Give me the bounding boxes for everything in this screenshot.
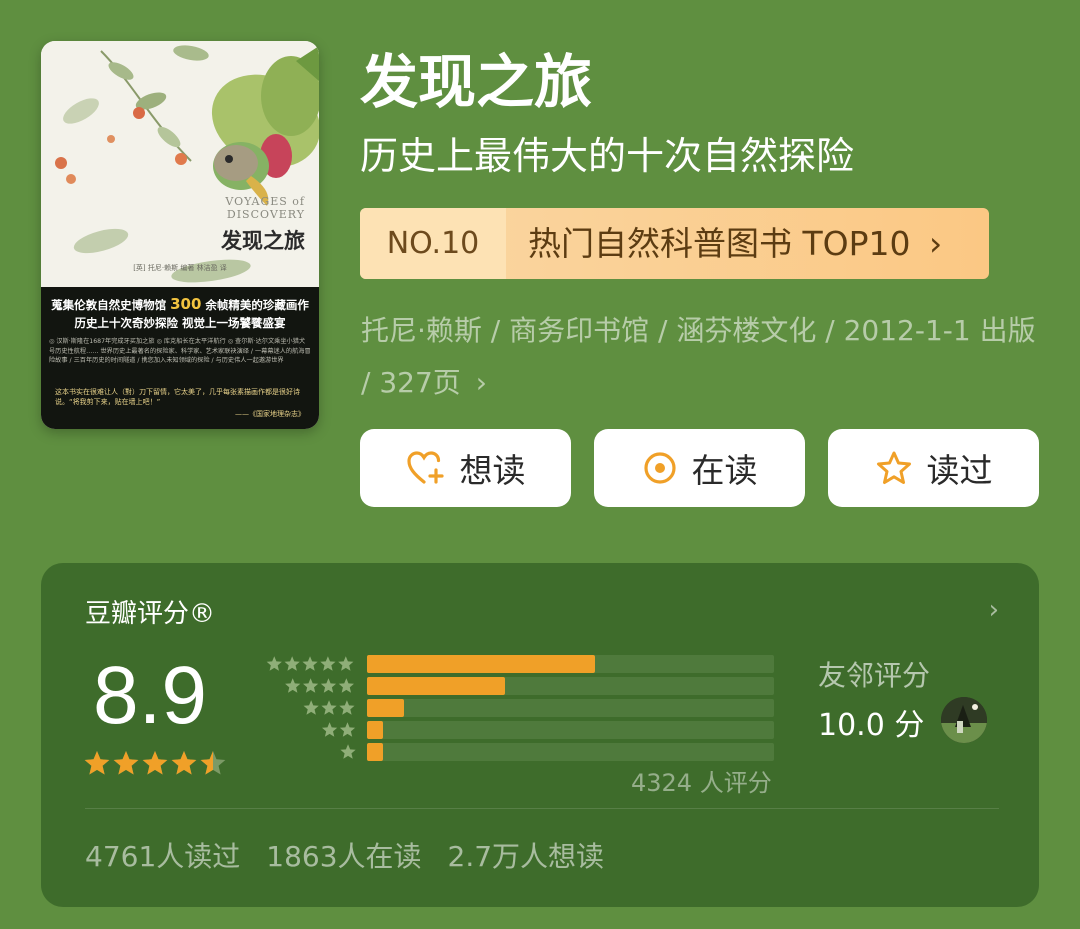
distribution-track — [367, 655, 774, 673]
stat-want-to-read[interactable]: 2.7万人想读 — [448, 835, 605, 875]
distribution-track — [367, 721, 774, 739]
reading-label: 在读 — [691, 451, 758, 490]
rating-star-filled — [84, 751, 110, 775]
want-to-read-button[interactable]: 想读 — [360, 429, 571, 507]
cover-headline-number: 300 — [170, 295, 202, 313]
distribution-row — [256, 655, 776, 673]
distribution-row — [256, 677, 776, 695]
rating-distribution — [256, 655, 776, 765]
rank-text: 热门自然科普图书 TOP10 — [528, 224, 911, 263]
ranking-banner[interactable]: NO.10 热门自然科普图书 TOP10 › — [360, 208, 989, 279]
circle-dot-icon — [643, 452, 676, 484]
rating-star-filled — [171, 751, 197, 775]
cover-author-line: [英] 托尼·赖斯 编著 林洁盈 译 — [133, 264, 227, 272]
book-meta[interactable]: 托尼·赖斯 / 商务印书馆 / 涵芬楼文化 / 2012-1-1 出版 / 32… — [361, 305, 1041, 409]
rating-score: 8.9 — [93, 650, 207, 741]
distribution-row — [256, 721, 776, 739]
distribution-track — [367, 743, 774, 761]
cover-headline-pre: 蒐集伦敦自然史博物馆 — [51, 298, 167, 312]
distribution-star-icon — [320, 678, 337, 693]
rating-title: 豆瓣评分® — [85, 599, 216, 629]
distribution-stars — [303, 700, 355, 715]
reading-button[interactable]: 在读 — [594, 429, 805, 507]
rating-stars — [84, 751, 226, 775]
cover-small-text: ◎ 汉斯·斯隆在1687年完成牙买加之旅 ◎ 库克船长在太平洋航行 ◎ 查尔斯·… — [49, 338, 311, 364]
cover-title-chinese: 发现之旅 — [221, 228, 305, 253]
distribution-stars — [321, 722, 356, 737]
rating-star-filled — [142, 751, 168, 775]
distribution-bar — [367, 721, 384, 739]
distribution-stars — [285, 678, 354, 693]
chevron-right-icon: › — [475, 366, 487, 399]
distribution-stars — [340, 744, 356, 759]
reading-stats: 4761人读过 1863人在读 2.7万人想读 — [85, 835, 604, 875]
distribution-star-icon — [339, 722, 356, 737]
rank-label: 热门自然科普图书 TOP10 › — [506, 208, 989, 279]
avatar-image — [941, 697, 987, 743]
have-read-label: 读过 — [926, 451, 993, 490]
cover-headline-2: 历史上十次奇妙探险 视觉上一场饕餮盛宴 — [74, 316, 286, 330]
distribution-star-icon — [302, 678, 319, 693]
distribution-bar — [367, 743, 384, 761]
divider — [85, 808, 999, 809]
friend-rating-label: 友邻评分 — [818, 659, 931, 692]
cover-headline-post: 余帧精美的珍藏画作 — [205, 298, 309, 312]
distribution-stars — [266, 656, 354, 671]
rating-star-filled — [113, 751, 139, 775]
distribution-star-icon — [284, 656, 300, 671]
rating-count[interactable]: 4324 人评分 — [631, 763, 772, 798]
heart-plus-icon — [406, 451, 444, 484]
distribution-star-icon — [285, 678, 301, 693]
cover-blurb-panel: 蒐集伦敦自然史博物馆 300 余帧精美的珍藏画作 历史上十次奇妙探险 视觉上一场… — [41, 287, 319, 429]
distribution-star-icon — [340, 744, 356, 759]
book-subtitle: 历史上最伟大的十次自然探险 — [360, 134, 855, 178]
want-to-read-label: 想读 — [459, 451, 526, 490]
distribution-star-icon — [339, 700, 355, 715]
distribution-bar — [367, 677, 506, 695]
friend-rating-score: 10.0 分 — [818, 708, 925, 743]
book-meta-text: 托尼·赖斯 / 商务印书馆 / 涵芬楼文化 / 2012-1-1 出版 / 32… — [361, 314, 1036, 399]
distribution-star-icon — [321, 722, 338, 737]
book-title: 发现之旅 — [360, 48, 593, 116]
distribution-star-icon — [303, 700, 319, 715]
distribution-track — [367, 677, 774, 695]
distribution-star-icon — [320, 656, 336, 671]
star-outline-icon — [876, 451, 911, 484]
distribution-track — [367, 699, 774, 717]
distribution-star-icon — [321, 700, 337, 715]
distribution-star-icon — [266, 656, 282, 671]
distribution-star-icon — [338, 678, 354, 693]
distribution-bar — [367, 699, 404, 717]
distribution-row — [256, 699, 776, 717]
distribution-bar — [367, 655, 595, 673]
rank-number: NO.10 — [360, 208, 506, 279]
avatar[interactable] — [941, 697, 987, 743]
rating-card: 豆瓣评分® › 8.9 4324 人评分 友邻评分 10.0 分 4761人读过… — [41, 563, 1039, 907]
distribution-row — [256, 743, 776, 761]
cover-title-english: VOYAGES of DISCOVERY — [225, 195, 305, 221]
distribution-star-icon — [338, 656, 354, 671]
cover-quote-source: ——《国家地理杂志》 — [235, 410, 305, 418]
chevron-right-icon[interactable]: › — [989, 595, 999, 625]
have-read-button[interactable]: 读过 — [828, 429, 1039, 507]
cover-headline: 蒐集伦敦自然史博物馆 300 余帧精美的珍藏画作 — [41, 295, 319, 313]
distribution-star-icon — [302, 656, 318, 671]
stat-have-read[interactable]: 4761人读过 — [85, 835, 240, 875]
cover-quote: 这本书实在很难让人（對）刀下留情，它太美了，几乎每张素描画作都是很好诗说。“将我… — [55, 388, 300, 406]
book-cover[interactable]: VOYAGES of DISCOVERY 发现之旅 [英] 托尼·赖斯 编著 林… — [41, 41, 319, 429]
chevron-right-icon: › — [929, 224, 943, 263]
stat-reading[interactable]: 1863人在读 — [266, 835, 421, 875]
